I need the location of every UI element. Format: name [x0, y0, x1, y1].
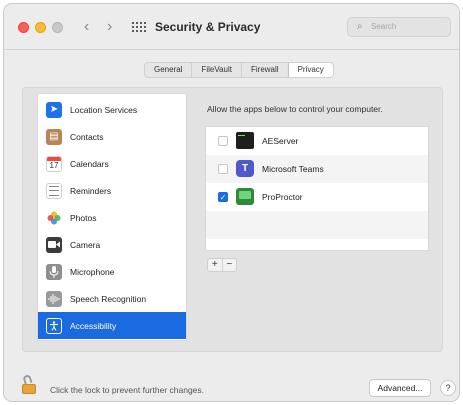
microphone-icon: [46, 263, 62, 280]
empty-row: [206, 211, 428, 239]
reminders-list-icon: [46, 182, 62, 199]
search-icon: ⌕: [357, 21, 363, 32]
system-preferences-window: ‹ › Security & Privacy ⌕ Search General …: [3, 3, 460, 402]
sidebar-item-speech-recognition[interactable]: Speech Recognition: [38, 285, 186, 312]
title-bar: ‹ › Security & Privacy ⌕ Search: [4, 4, 459, 50]
add-app-button[interactable]: +: [208, 259, 223, 271]
waveform-icon: [46, 290, 62, 307]
app-row-microsoft-teams[interactable]: T Microsoft Teams: [206, 155, 428, 183]
tab-firewall[interactable]: Firewall: [242, 63, 289, 77]
sidebar-item-calendars[interactable]: 17 Calendars: [38, 150, 186, 177]
zoom-window-button[interactable]: [52, 22, 63, 33]
permission-description: Allow the apps below to control your com…: [207, 104, 383, 114]
sidebar-item-label: Microphone: [70, 266, 115, 277]
forward-button[interactable]: ›: [107, 17, 112, 37]
location-arrow-icon: ➤: [46, 101, 62, 118]
app-checkbox-checked[interactable]: ✓: [218, 192, 228, 202]
sidebar-item-label: Camera: [70, 239, 101, 250]
sidebar-item-accessibility[interactable]: Accessibility: [38, 312, 186, 339]
app-row-aeserver[interactable]: AEServer: [206, 127, 428, 155]
window-title: Security & Privacy: [155, 20, 261, 34]
sidebar-item-microphone[interactable]: Microphone: [38, 258, 186, 285]
sidebar-item-location-services[interactable]: ➤ Location Services: [38, 96, 186, 123]
app-checkbox[interactable]: [218, 136, 228, 146]
show-all-grid-icon[interactable]: [132, 22, 146, 34]
terminal-app-icon: [236, 132, 254, 149]
lock-status-text: Click the lock to prevent further change…: [50, 385, 205, 395]
advanced-button[interactable]: Advanced...: [369, 379, 431, 397]
sidebar-item-label: Calendars: [70, 158, 109, 169]
tab-filevault[interactable]: FileVault: [192, 63, 242, 77]
privacy-panel: ➤ Location Services ▤ Contacts 17 Calend…: [22, 87, 443, 352]
privacy-category-list: ➤ Location Services ▤ Contacts 17 Calend…: [37, 93, 187, 341]
sidebar-item-photos[interactable]: Photos: [38, 204, 186, 231]
remove-app-button[interactable]: −: [223, 259, 237, 271]
search-placeholder: Search: [371, 22, 397, 31]
proproctor-app-icon: [236, 188, 254, 205]
sidebar-item-label: Speech Recognition: [70, 293, 147, 304]
camera-icon: [46, 236, 62, 253]
sidebar-item-label: Location Services: [70, 104, 138, 115]
tab-privacy[interactable]: Privacy: [288, 63, 333, 77]
back-button[interactable]: ‹: [84, 17, 89, 37]
app-permission-list: AEServer T Microsoft Teams ✓ ProProctor: [205, 126, 429, 251]
sidebar-item-contacts[interactable]: ▤ Contacts: [38, 123, 186, 150]
close-window-button[interactable]: [18, 22, 29, 33]
contacts-book-icon: ▤: [46, 128, 62, 145]
app-checkbox[interactable]: [218, 164, 228, 174]
sidebar-item-label: Contacts: [70, 131, 104, 142]
lock-icon[interactable]: [22, 373, 36, 394]
help-button[interactable]: ?: [440, 380, 456, 396]
sidebar-item-camera[interactable]: Camera: [38, 231, 186, 258]
search-field[interactable]: ⌕ Search: [347, 17, 451, 37]
sidebar-item-reminders[interactable]: Reminders: [38, 177, 186, 204]
accessibility-icon: [46, 317, 62, 334]
calendar-icon: 17: [46, 155, 62, 172]
photos-flower-icon: [46, 210, 62, 226]
app-name: ProProctor: [262, 192, 303, 202]
sidebar-item-label: Accessibility: [70, 320, 117, 331]
add-remove-controls: + −: [207, 258, 237, 272]
app-row-proproctor[interactable]: ✓ ProProctor: [206, 183, 428, 211]
sidebar-item-label: Photos: [70, 212, 97, 223]
tab-general[interactable]: General: [145, 63, 193, 77]
preference-tabs: General FileVault Firewall Privacy: [144, 62, 334, 78]
sidebar-item-label: Reminders: [70, 185, 112, 196]
app-name: Microsoft Teams: [262, 164, 324, 174]
teams-app-icon: T: [236, 160, 254, 177]
minimize-window-button[interactable]: [35, 22, 46, 33]
app-name: AEServer: [262, 136, 299, 146]
